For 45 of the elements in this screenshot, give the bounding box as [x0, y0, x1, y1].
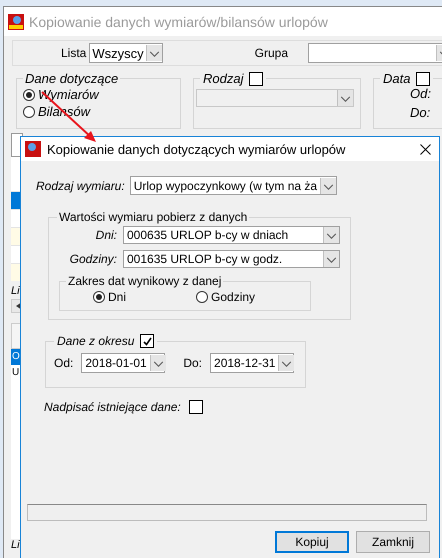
dialog-button[interactable]: Kopiuj	[275, 531, 349, 553]
chevron-icon	[150, 355, 166, 371]
label-text: Li	[11, 539, 21, 553]
source-dropdown[interactable]: 001635 URLOP b-cy w godz.	[123, 250, 340, 268]
field-label: Nadpisać istniejące dane:	[44, 400, 181, 414]
checkbox[interactable]	[140, 334, 154, 348]
checkbox[interactable]	[416, 72, 430, 86]
field-label: Do:	[183, 356, 202, 370]
group-title: Rodzaj	[203, 71, 244, 86]
window-title: Kopiowanie danych wymiarów/bilansów urlopów	[29, 14, 328, 30]
dialog-button[interactable]: Zamknij	[356, 531, 430, 553]
group-title: Zakres dat wynikowy z danej	[67, 274, 222, 288]
field-label: Od:	[410, 86, 431, 103]
group-dropdown[interactable]	[308, 43, 442, 63]
field-label: Do:	[410, 105, 430, 122]
app-icon	[8, 14, 24, 30]
type-dropdown[interactable]: Urlop wypoczynkowy (w tym na ża	[130, 176, 338, 195]
field-label: Od:	[54, 356, 74, 370]
chevron-icon	[146, 45, 162, 61]
group-title: Data	[383, 71, 410, 86]
chevron-icon	[323, 227, 339, 243]
group-title: Dane dotyczące	[24, 71, 120, 86]
source-dropdown[interactable]: 000635 URLOP b-cy w dniach	[123, 226, 340, 244]
chevron-icon	[278, 355, 294, 371]
field-label: Grupa	[254, 46, 288, 60]
close-icon[interactable]	[420, 144, 431, 154]
field-label: Dni:	[96, 228, 117, 242]
group-title: Dane z okresu	[57, 334, 134, 348]
radio-option[interactable]: Dni	[93, 288, 126, 305]
chevron-icon	[320, 178, 336, 194]
field-label: Lista	[61, 46, 86, 60]
checkbox[interactable]	[249, 72, 264, 86]
dialog-title: Kopiowanie danych dotyczących wymiarów urlopów	[47, 142, 346, 156]
group-title: Wartości wymiaru pobierz z danych	[58, 210, 248, 224]
checkbox[interactable]	[188, 400, 203, 414]
chevron-icon	[323, 251, 339, 267]
field-label: Godziny:	[70, 252, 117, 266]
list-dropdown[interactable]: Wszyscy	[89, 43, 163, 63]
date-picker[interactable]: 2018-01-01	[81, 353, 166, 373]
chevron-icon	[337, 90, 353, 106]
radio-option[interactable]: Godziny	[196, 288, 256, 305]
field-label: Rodzaj wymiaru:	[36, 178, 125, 192]
app-icon	[25, 141, 41, 157]
label-text: Li	[11, 285, 21, 299]
date-picker[interactable]: 2018-12-31	[210, 353, 294, 373]
